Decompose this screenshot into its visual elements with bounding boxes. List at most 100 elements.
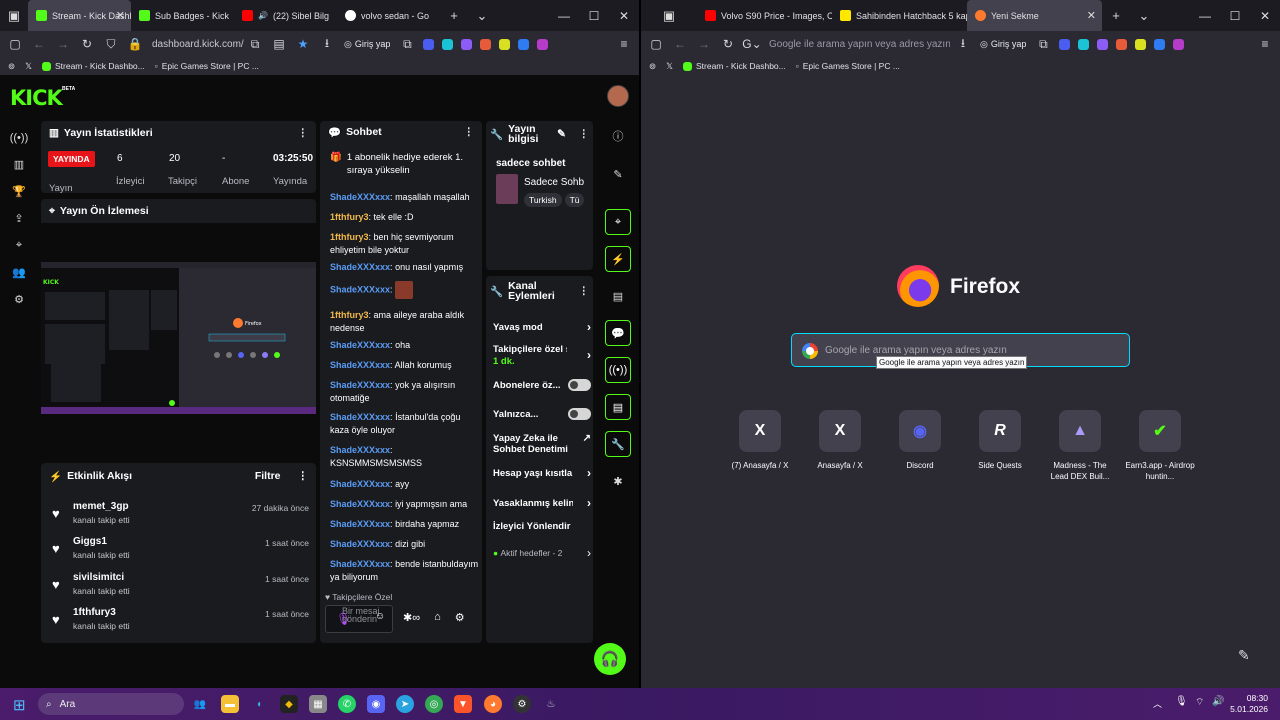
store-icon[interactable]: ⌂ <box>434 611 441 624</box>
extension-icon[interactable] <box>1097 38 1109 50</box>
extension-icon[interactable] <box>537 38 549 50</box>
chat-username[interactable]: ShadeXXXxxx <box>330 262 390 272</box>
more-icon[interactable]: ⋮ <box>298 127 309 139</box>
upload-icon[interactable]: ⇪ <box>14 210 23 227</box>
only-toggle[interactable] <box>568 408 591 420</box>
edit-icon[interactable]: ✎ <box>605 161 631 187</box>
more-icon[interactable]: ⋮ <box>464 126 475 138</box>
chat-username[interactable]: ShadeXXXxxx <box>330 445 390 455</box>
chat-username[interactable]: 1fthfury3 <box>330 212 369 222</box>
back-icon[interactable]: ← <box>669 33 691 55</box>
more-icon[interactable]: ⋮ <box>579 285 590 297</box>
emoji-icon[interactable]: ☺ <box>375 611 385 622</box>
chat-username[interactable]: ShadeXXXxxx <box>330 519 390 529</box>
tab-google-search[interactable]: volvo sedan - Go <box>337 0 440 31</box>
extension-icon[interactable] <box>1135 38 1147 50</box>
download-icon[interactable]: ⭳ <box>952 33 974 55</box>
binance-icon[interactable]: ◆ <box>280 695 298 713</box>
extension-icon[interactable] <box>480 38 492 50</box>
clock[interactable]: 08:30 5.01.2026 <box>1230 693 1268 715</box>
extensions-icon[interactable]: ⧉ <box>1032 33 1054 55</box>
extension-icon[interactable] <box>461 38 473 50</box>
search-engine-icon[interactable]: G⌄ <box>741 33 763 55</box>
chat-username[interactable]: ShadeXXXxxx <box>330 499 390 509</box>
chat-username[interactable]: ShadeXXXxxx <box>330 340 390 350</box>
feed-username[interactable]: sivilsimitci <box>73 572 124 583</box>
users-icon[interactable]: 👥 <box>12 264 26 281</box>
minimize-icon[interactable]: — <box>549 0 579 31</box>
banned-words-row[interactable]: Yasaklanmış kelin › <box>493 496 591 510</box>
bookmark-star-icon[interactable]: ★ <box>292 33 314 55</box>
stream-preview-video[interactable]: KICK Firefox <box>41 262 316 414</box>
bookmark-icon[interactable]: ⊚ <box>8 61 15 72</box>
chat-username[interactable]: 1fthfury3 <box>330 310 369 320</box>
volume-icon[interactable]: 🔊 <box>1212 696 1224 707</box>
login-button[interactable]: ◎ Giriş yap <box>340 33 394 55</box>
wifi-icon[interactable]: ⌔ <box>1195 696 1204 709</box>
maximize-icon[interactable]: ☐ <box>1220 0 1250 31</box>
chart-icon[interactable]: ▥ <box>14 156 24 173</box>
extension-icon[interactable] <box>1173 38 1185 50</box>
chat-username[interactable]: ShadeXXXxxx <box>330 360 390 370</box>
info-icon[interactable]: ⓘ <box>605 123 631 149</box>
tab-overview-icon[interactable]: ▣ <box>641 0 697 31</box>
combo-icon[interactable]: ✱∞ <box>403 611 420 624</box>
lock-icon[interactable]: 🔒 <box>124 33 146 55</box>
chat-input[interactable]: Bir mesaj gönderin 🎙 ☺ <box>325 605 393 633</box>
new-tab-icon[interactable]: + <box>1102 0 1130 31</box>
audio-icon[interactable]: 🔊 <box>258 11 268 20</box>
account-age-row[interactable]: Hesap yaşı kısıtla › <box>493 466 591 480</box>
feed-username[interactable]: 1fthfury3 <box>73 607 116 618</box>
menu-icon[interactable]: ≡ <box>1254 33 1276 55</box>
subs-only-toggle[interactable] <box>568 379 591 391</box>
forward-icon[interactable]: → <box>693 33 715 55</box>
sidebar-toggle-icon[interactable]: ▢ <box>645 33 667 55</box>
minimize-icon[interactable]: — <box>1190 0 1220 31</box>
reload-icon[interactable]: ↻ <box>717 33 739 55</box>
trophy-icon[interactable]: 🏆 <box>12 183 26 200</box>
screenshot-icon[interactable]: ⧉ <box>244 33 266 55</box>
tab-sahibinden[interactable]: Sahibinden Hatchback 5 kap <box>832 0 967 31</box>
calculator-icon[interactable]: ▦ <box>309 695 327 713</box>
extension-icon[interactable] <box>1154 38 1166 50</box>
mic-icon[interactable]: 🎙 <box>1175 696 1188 707</box>
clip-icon[interactable]: ⌖ <box>605 209 631 235</box>
support-headset-icon[interactable]: 🎧 <box>594 643 626 675</box>
viewer-redirect-row[interactable]: İzleyici Yönlendir <box>493 521 591 532</box>
teams-icon[interactable]: 👥 <box>191 695 209 713</box>
windows-start-icon[interactable]: ⊞ <box>13 696 26 714</box>
notes-icon[interactable]: ▤ <box>605 283 631 309</box>
tab-list-chevron-icon[interactable]: ⌄ <box>468 0 496 31</box>
chat-username[interactable]: ShadeXXXxxx <box>330 412 390 422</box>
tab-kick-dashboard[interactable]: Stream - Kick Dashb ✕ <box>28 0 131 31</box>
x-icon[interactable]: 𝕏 <box>25 61 32 72</box>
chat-username[interactable]: ShadeXXXxxx <box>330 284 390 294</box>
chat-username[interactable]: ShadeXXXxxx <box>330 380 390 390</box>
extension-icon[interactable] <box>1059 38 1071 50</box>
extension-icon[interactable] <box>1078 38 1090 50</box>
close-window-icon[interactable]: ✕ <box>1250 0 1280 31</box>
bookmark-kick[interactable]: Stream - Kick Dashbo... <box>682 61 786 71</box>
mic-icon[interactable]: 🎙 <box>336 612 351 626</box>
telegram-icon[interactable]: ➤ <box>396 695 414 713</box>
bookmark-icon[interactable]: ⊚ <box>649 61 656 72</box>
extension-icon[interactable] <box>442 38 454 50</box>
menu-icon[interactable]: ≡ <box>613 33 635 55</box>
whatsapp-icon[interactable]: ✆ <box>338 695 356 713</box>
download-icon[interactable]: ⭳ <box>316 33 338 55</box>
followers-only-row[interactable]: Takipçilere özel s1 dk. › <box>493 344 591 368</box>
bolt-icon[interactable]: ⚡ <box>605 246 631 272</box>
tray-chevron-icon[interactable]: ︿ <box>1153 697 1162 710</box>
active-goals-row[interactable]: ● Aktif hedefler - 2 › <box>493 546 591 560</box>
extension-icon[interactable] <box>518 38 530 50</box>
extensions-icon[interactable]: ⧉ <box>396 33 418 55</box>
avatar[interactable] <box>607 85 629 107</box>
tab-new-tab[interactable]: Yeni Sekme ✕ <box>967 0 1102 31</box>
steam-icon[interactable]: ♨ <box>542 695 560 713</box>
tab-sub-badges[interactable]: Sub Badges - Kick <box>131 0 234 31</box>
address-bar[interactable]: Google ile arama yapın veya adres yazın <box>765 33 950 55</box>
feed-username[interactable]: memet_3gp <box>73 501 129 512</box>
reload-icon[interactable]: ↻ <box>76 33 98 55</box>
login-button[interactable]: ◎ Giriş yap <box>976 33 1030 55</box>
more-icon[interactable]: ⋮ <box>579 128 590 140</box>
